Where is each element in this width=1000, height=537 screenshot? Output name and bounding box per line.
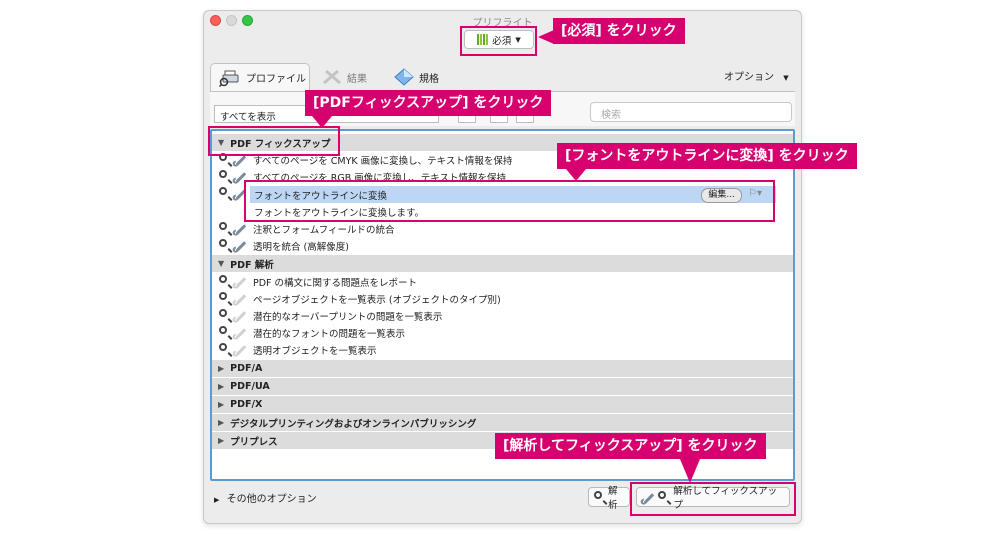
callout-pointer	[566, 169, 586, 181]
wrench-disabled-icon	[234, 309, 247, 322]
highlight-outline-fix	[244, 180, 775, 222]
wrench-disabled-icon	[234, 326, 247, 339]
more-options-toggle[interactable]: ▶ その他のオプション	[214, 490, 317, 505]
tab-profile-label: プロファイル	[246, 74, 306, 85]
magnifier-icon	[219, 222, 232, 235]
group-label: PDF 解析	[230, 259, 274, 271]
magnifier-icon	[219, 239, 232, 252]
magnifier-icon	[219, 343, 232, 356]
diamond-icon	[394, 68, 414, 86]
list-item[interactable]: ページオブジェクトを一覧表示 (オブジェクトのタイプ別)	[212, 290, 793, 307]
list-item[interactable]: 潜在的なオーバープリントの問題を一覧表示	[212, 307, 793, 324]
group-label: PDF/A	[230, 363, 263, 374]
highlight-profile	[460, 26, 537, 56]
group-digital-printing[interactable]: ▶ デジタルプリンティングおよびオンラインパブリッシング	[212, 414, 793, 431]
wrench-disabled-icon	[234, 343, 247, 356]
group-label: デジタルプリンティングおよびオンラインパブリッシング	[230, 418, 477, 430]
disclosure-closed-icon: ▶	[214, 496, 220, 504]
callout-pointer	[680, 459, 700, 483]
magnifier-icon	[594, 490, 605, 504]
magnifier-icon	[219, 292, 232, 305]
printer-search-icon	[219, 70, 239, 87]
tab-standards-label: 規格	[419, 73, 439, 85]
list-item[interactable]: 透明オブジェクトを一覧表示	[212, 341, 793, 358]
group-pdfx[interactable]: ▶ PDF/X	[212, 396, 793, 413]
tab-profile[interactable]: プロファイル	[210, 63, 310, 91]
disclosure-closed-icon: ▶	[218, 364, 225, 373]
magnifier-icon	[219, 326, 232, 339]
disclosure-closed-icon: ▶	[218, 400, 225, 409]
callout-click-analyze-fix: [解析してフィックスアップ] をクリック	[495, 433, 766, 459]
callout-pointer	[538, 30, 554, 44]
tab-standards[interactable]: 規格	[394, 63, 439, 91]
list-item[interactable]: PDF の構文に関する問題点をレポート	[212, 273, 793, 290]
more-options-label: その他のオプション	[226, 494, 317, 505]
magnifier-icon	[219, 309, 232, 322]
group-label: プリプレス	[230, 436, 278, 448]
search-input[interactable]: 検索	[590, 102, 792, 122]
chevron-down-icon: ▼	[783, 74, 789, 82]
disclosure-closed-icon: ▶	[218, 418, 225, 427]
tab-results[interactable]: 結果	[322, 63, 367, 91]
disclosure-closed-icon: ▶	[218, 382, 225, 391]
magnifier-icon	[219, 170, 232, 183]
magnifier-icon	[219, 187, 232, 200]
disclosure-closed-icon: ▶	[218, 436, 225, 445]
group-label: PDF/X	[230, 399, 263, 410]
options-label: オプション	[724, 72, 774, 83]
wrench-disabled-icon	[234, 292, 247, 305]
callout-click-required: [必須] をクリック	[553, 18, 685, 44]
list-item[interactable]: 潜在的なフォントの問題を一覧表示	[212, 324, 793, 341]
callout-click-pdf-fixups: [PDFフィックスアップ] をクリック	[305, 90, 552, 116]
item-label: ページオブジェクトを一覧表示 (オブジェクトのタイプ別)	[253, 294, 501, 306]
item-label: PDF の構文に関する問題点をレポート	[253, 277, 418, 289]
group-pdf-analysis[interactable]: ▼ PDF 解析	[212, 255, 793, 272]
item-label: 潜在的なオーバープリントの問題を一覧表示	[253, 311, 443, 323]
wrench-disabled-icon	[234, 275, 247, 288]
options-menu[interactable]: オプション ▼	[724, 68, 789, 83]
analyze-label: 解析	[607, 486, 618, 511]
item-label: 潜在的なフォントの問題を一覧表示	[253, 328, 406, 340]
item-label: 注釈とフォームフィールドの統合	[253, 224, 395, 236]
callout-click-outline-font: [フォントをアウトラインに変換] をクリック	[557, 143, 857, 169]
wrench-icon	[234, 222, 247, 235]
list-item[interactable]: 透明を統合 (高解像度)	[212, 237, 793, 254]
group-label: PDF/UA	[230, 381, 270, 392]
callout-pointer	[312, 116, 332, 128]
results-tools-icon	[323, 69, 341, 85]
highlight-pdf-fixups	[208, 126, 340, 156]
group-pdfua[interactable]: ▶ PDF/UA	[212, 378, 793, 395]
item-label: 透明を統合 (高解像度)	[253, 241, 349, 253]
wrench-icon	[234, 239, 247, 252]
magnifier-icon	[219, 275, 232, 288]
highlight-analyze-fix	[630, 482, 796, 516]
list-item[interactable]: 注釈とフォームフィールドの統合	[212, 220, 793, 237]
item-label: 透明オブジェクトを一覧表示	[253, 345, 377, 357]
tab-results-label: 結果	[347, 73, 367, 85]
disclosure-open-icon: ▼	[218, 259, 225, 268]
group-pdfa[interactable]: ▶ PDF/A	[212, 360, 793, 377]
analyze-button[interactable]: 解析	[588, 486, 630, 511]
